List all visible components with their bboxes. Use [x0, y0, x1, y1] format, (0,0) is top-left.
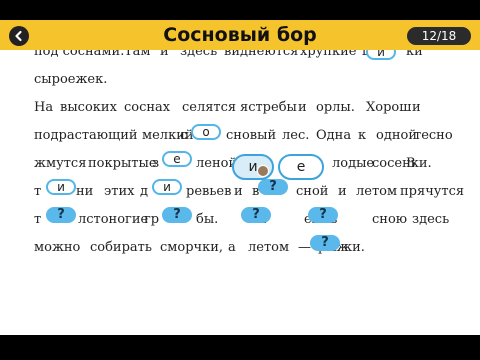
bottom-bar — [0, 335, 480, 360]
word: летом — [356, 184, 398, 199]
letter-slot[interactable]: ? — [308, 207, 338, 223]
word: с — [180, 128, 188, 143]
word: и — [412, 100, 421, 115]
word: виднеются — [224, 50, 299, 59]
word: лстоногие — [78, 212, 149, 227]
letter-slot[interactable]: и — [46, 179, 76, 195]
word: покрытые — [88, 156, 157, 171]
word: и — [338, 184, 347, 199]
word: бы. — [196, 212, 219, 227]
word: жмутся — [34, 156, 87, 171]
word: подрастающий — [34, 128, 138, 143]
word: сыроежек. — [34, 72, 108, 87]
word: летом — [248, 240, 290, 255]
word: ястребы — [240, 100, 297, 115]
letter-slot[interactable]: ? — [162, 207, 192, 223]
word: т — [34, 184, 42, 199]
word: Там — [124, 50, 151, 59]
word: соснах — [124, 100, 171, 115]
word: На — [34, 100, 54, 115]
letter-slot[interactable]: и — [152, 179, 182, 195]
word: сморчки, — [160, 240, 224, 255]
app-screen: Сосновый бор 12/18 под соснами. Там и зд… — [0, 0, 480, 360]
word: здесь — [180, 50, 218, 59]
word: и — [298, 100, 307, 115]
word: здесь — [412, 212, 450, 227]
word: одной — [376, 128, 417, 143]
choice-option-e[interactable]: е — [278, 154, 324, 180]
word: тесно — [414, 128, 453, 143]
word: ки. — [344, 240, 365, 255]
word: ки — [406, 50, 423, 59]
word: к — [358, 128, 367, 143]
word: Хорош — [366, 100, 412, 115]
word: Одна — [316, 128, 352, 143]
word: леной — [196, 156, 238, 171]
word: под соснами. — [34, 50, 125, 59]
letter-slot[interactable]: е — [162, 151, 192, 167]
word: лодые — [332, 156, 375, 171]
word: сною — [372, 212, 408, 227]
letter-slot[interactable]: о — [191, 124, 221, 140]
letter-slot[interactable]: ? — [46, 207, 76, 223]
word: лес. — [282, 128, 310, 143]
word: и — [160, 50, 169, 59]
word: высоких — [60, 100, 117, 115]
word: и — [234, 184, 243, 199]
word: хрупкие — [300, 50, 357, 59]
letter-slot[interactable]: и — [366, 50, 396, 60]
word: ни — [76, 184, 94, 199]
word: сновый — [226, 128, 277, 143]
word: селятся — [182, 100, 237, 115]
letter-slot[interactable]: ? — [258, 179, 288, 195]
word: д — [140, 184, 149, 199]
letter-slot[interactable]: ? — [241, 207, 271, 223]
pointer-cursor-icon — [257, 165, 269, 177]
word: сосенки. — [372, 156, 432, 171]
word: т — [34, 212, 42, 227]
word: сной — [296, 184, 329, 199]
word: можно — [34, 240, 81, 255]
word: собирать — [90, 240, 152, 255]
word: орлы. — [316, 100, 355, 115]
exercise-page: под соснами. Там и здесь виднеются хрупк… — [0, 50, 480, 335]
page-counter: 12/18 — [407, 27, 471, 45]
word: В — [406, 156, 416, 171]
word: а — [228, 240, 236, 255]
word: прячутся — [400, 184, 465, 199]
word: ревьев — [186, 184, 232, 199]
word: этих — [104, 184, 135, 199]
word: з — [152, 156, 160, 171]
word: гр — [144, 212, 160, 227]
letter-slot[interactable]: ? — [310, 235, 340, 251]
